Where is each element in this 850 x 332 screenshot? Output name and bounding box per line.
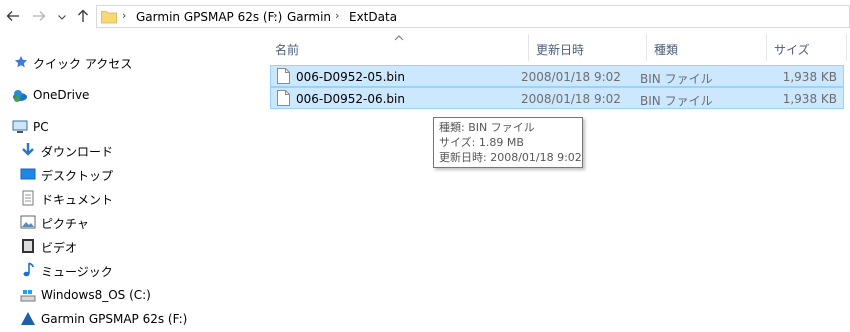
address-bar[interactable]: › Garmin GPSMAP 62s (F:) › Garmin › ExtD… xyxy=(96,5,850,28)
column-header-date[interactable]: 更新日時 xyxy=(536,41,584,58)
recent-dropdown-icon[interactable] xyxy=(57,11,67,25)
tooltip-type: 種類: BIN ファイル xyxy=(439,121,535,134)
column-divider[interactable] xyxy=(646,34,647,61)
sidebar-item-pc[interactable]: PC xyxy=(0,116,255,138)
sidebar-item-documents[interactable]: ドキュメント xyxy=(0,187,255,209)
breadcrumb-drive[interactable]: Garmin GPSMAP 62s (F:) xyxy=(136,10,282,24)
monitor-icon xyxy=(12,119,28,135)
chevron-right-icon: › xyxy=(335,9,340,22)
breadcrumb-extdata[interactable]: ExtData xyxy=(349,10,397,24)
sidebar-item-label: ピクチャ xyxy=(41,217,89,231)
document-icon xyxy=(20,190,36,206)
sidebar-item-label: ミュージック xyxy=(41,265,113,279)
picture-icon xyxy=(20,214,36,230)
sidebar-item-videos[interactable]: ビデオ xyxy=(0,235,255,257)
sidebar-item-windows-drive[interactable]: Windows8_OS (C:) xyxy=(0,284,255,306)
file-info-tooltip: 種類: BIN ファイル サイズ: 1.89 MB 更新日時: 2008/01/… xyxy=(433,117,583,168)
sidebar-item-label: Garmin GPSMAP 62s (F:) xyxy=(41,312,188,326)
column-divider[interactable] xyxy=(528,34,529,61)
sidebar-item-downloads[interactable]: ダウンロード xyxy=(0,139,255,161)
video-icon xyxy=(20,238,36,254)
file-icon xyxy=(277,90,290,106)
music-note-icon xyxy=(20,262,36,278)
file-date: 2008/01/18 9:02 xyxy=(521,92,621,106)
chevron-right-icon: › xyxy=(273,9,278,22)
sidebar-item-quick-access[interactable]: クイック アクセス xyxy=(0,51,255,73)
file-type: BIN ファイル xyxy=(640,94,713,108)
sidebar-item-label: ドキュメント xyxy=(41,193,114,207)
tooltip-modified: 更新日時: 2008/01/18 9:02 xyxy=(439,151,582,164)
file-type: BIN ファイル xyxy=(640,72,713,86)
sidebar-item-garmin-drive[interactable]: Garmin GPSMAP 62s (F:) xyxy=(0,308,255,330)
column-header-name[interactable]: 名前 xyxy=(275,41,299,58)
file-name: 006-D0952-05.bin xyxy=(296,70,405,84)
sidebar-item-desktop[interactable]: デスクトップ xyxy=(0,163,255,185)
file-icon xyxy=(277,68,290,84)
sort-ascending-icon xyxy=(394,34,404,44)
sidebar-item-label: OneDrive xyxy=(33,88,90,102)
file-size: 1,938 KB xyxy=(782,70,837,84)
file-row[interactable]: 006-D0952-05.bin 2008/01/18 9:02 BIN ファイ… xyxy=(270,65,844,87)
sidebar-item-label: Windows8_OS (C:) xyxy=(41,288,151,302)
address-row: › Garmin GPSMAP 62s (F:) › Garmin › ExtD… xyxy=(0,0,850,34)
star-icon xyxy=(13,54,29,70)
column-divider[interactable] xyxy=(846,34,847,61)
sidebar-item-label: クイック アクセス xyxy=(33,57,133,71)
forward-arrow-icon[interactable] xyxy=(32,9,46,23)
breadcrumb-garmin[interactable]: Garmin xyxy=(287,10,331,24)
file-size: 1,938 KB xyxy=(782,92,837,106)
sidebar-item-pictures[interactable]: ピクチャ xyxy=(0,211,255,233)
file-name: 006-D0952-06.bin xyxy=(296,92,405,106)
sidebar-item-music[interactable]: ミュージック xyxy=(0,259,255,281)
sidebar-item-onedrive[interactable]: OneDrive xyxy=(0,84,255,106)
file-date: 2008/01/18 9:02 xyxy=(521,70,621,84)
column-divider[interactable] xyxy=(766,34,767,61)
download-arrow-icon xyxy=(20,142,36,158)
file-row[interactable]: 006-D0952-06.bin 2008/01/18 9:02 BIN ファイ… xyxy=(270,87,844,109)
folder-icon xyxy=(101,9,117,24)
sidebar-item-label: ダウンロード xyxy=(41,145,114,159)
desktop-icon xyxy=(20,166,36,182)
file-list-pane: 名前 更新日時 種類 サイズ 006-D0952-05.bin 2008/01/… xyxy=(256,34,850,332)
chevron-right-icon: › xyxy=(122,9,127,22)
sidebar-item-label: デスクトップ xyxy=(41,169,114,183)
garmin-drive-icon xyxy=(20,311,36,327)
sidebar-item-label: ビデオ xyxy=(41,241,78,255)
navigation-pane: クイック アクセス OneDrive PC ダウンロード デスクトップ ドキュメ… xyxy=(0,34,255,332)
up-arrow-icon[interactable] xyxy=(76,9,90,23)
column-header-type[interactable]: 種類 xyxy=(654,41,678,58)
tooltip-size: サイズ: 1.89 MB xyxy=(439,136,524,149)
drive-icon xyxy=(20,287,36,303)
column-header-size[interactable]: サイズ xyxy=(774,41,810,58)
sidebar-item-label: PC xyxy=(33,120,49,134)
cloud-icon xyxy=(11,87,27,103)
back-arrow-icon[interactable] xyxy=(6,9,20,23)
